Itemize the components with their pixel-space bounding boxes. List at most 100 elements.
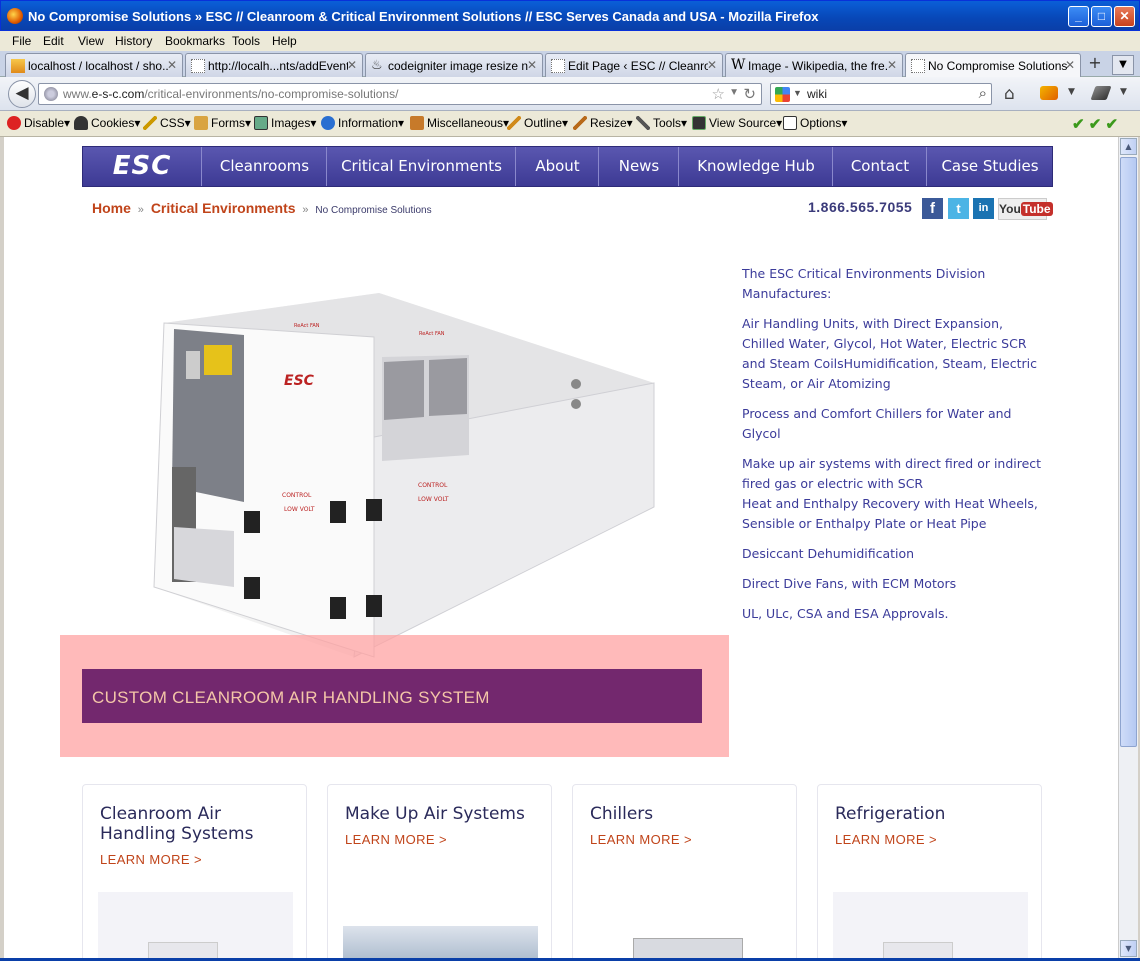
history-dropdown-icon[interactable]: ▼ — [729, 87, 739, 98]
url-prefix: www. — [63, 87, 92, 101]
tab-addevent[interactable]: http://localh...nts/addEvent ✕ — [185, 53, 363, 77]
tab-codeigniter[interactable]: ♨ codeigniter image resize n... ✕ — [365, 53, 543, 77]
scroll-up-arrow-icon[interactable]: ▲ — [1120, 138, 1137, 155]
url-bar[interactable]: www.e-s-c.com/critical-environments/no-c… — [38, 83, 762, 105]
dev-miscellaneous[interactable]: Miscellaneous▾ — [410, 116, 509, 130]
learn-more-link[interactable]: LEARN MORE > — [100, 852, 202, 867]
dev-css[interactable]: CSS▾ — [143, 116, 191, 130]
addon-icon[interactable] — [1040, 86, 1058, 100]
menu-view[interactable]: View — [78, 34, 104, 48]
url-path: /critical-environments/no-compromise-sol… — [144, 87, 399, 101]
learn-more-link[interactable]: LEARN MORE > — [345, 832, 447, 847]
globe-icon — [44, 87, 58, 101]
card-chillers[interactable]: Chillers LEARN MORE > — [572, 784, 797, 958]
nav-cleanrooms[interactable]: Cleanrooms — [203, 147, 327, 186]
linkedin-icon[interactable]: in — [973, 198, 994, 219]
page-icon — [911, 59, 925, 73]
nav-contact[interactable]: Contact — [834, 147, 927, 186]
view-source-icon — [692, 116, 706, 130]
search-bar[interactable]: ▼ wiki ⌕ — [770, 83, 992, 105]
page-scrollbar[interactable]: ▲ ▼ — [1118, 137, 1138, 958]
outline-icon — [507, 116, 521, 130]
nav-case-studies[interactable]: Case Studies — [928, 147, 1052, 186]
dev-disable[interactable]: Disable▾ — [7, 116, 70, 130]
menu-edit[interactable]: Edit — [43, 34, 64, 48]
dev-images[interactable]: Images▾ — [254, 116, 316, 130]
breadcrumb-critical-environments[interactable]: Critical Environments — [151, 200, 296, 216]
nav-critical-environments[interactable]: Critical Environments — [328, 147, 516, 186]
tab-bar: localhost / localhost / sho... ✕ http://… — [0, 51, 1140, 78]
search-engine-dropdown-icon[interactable]: ▼ — [793, 88, 802, 98]
breadcrumb-home[interactable]: Home — [92, 200, 131, 216]
menu-tools[interactable]: Tools — [232, 34, 260, 48]
dropper-icon[interactable] — [1090, 86, 1112, 100]
addon-dropdown-icon[interactable]: ▼ — [1068, 87, 1075, 97]
tab-close-icon[interactable]: ✕ — [887, 58, 897, 72]
tab-close-icon[interactable]: ✕ — [347, 58, 357, 72]
search-input[interactable]: wiki — [807, 87, 827, 101]
tab-no-compromise[interactable]: No Compromise Solutions ... ✕ — [905, 53, 1081, 78]
card-image — [98, 892, 293, 958]
minimize-button[interactable]: _ — [1068, 6, 1089, 27]
learn-more-link[interactable]: LEARN MORE > — [590, 832, 692, 847]
menu-file[interactable]: File — [12, 34, 31, 48]
youtube-icon[interactable]: You Tube — [998, 198, 1053, 220]
learn-more-link[interactable]: LEARN MORE > — [835, 832, 937, 847]
forms-icon — [194, 116, 208, 130]
menu-history[interactable]: History — [115, 34, 152, 48]
unit-thumbnail — [883, 942, 953, 958]
tab-wikipedia[interactable]: W Image - Wikipedia, the fre... ✕ — [725, 53, 903, 77]
page-viewport: ESC Cleanrooms Critical Environments Abo… — [4, 137, 1118, 958]
twitter-icon[interactable]: t — [948, 198, 969, 219]
google-icon[interactable] — [775, 87, 790, 102]
menu-help[interactable]: Help — [272, 34, 297, 48]
manufactures-item: Direct Dive Fans, with ECM Motors — [742, 576, 957, 591]
reload-icon[interactable]: ↻ — [743, 85, 756, 103]
toolbar-dropdown-icon[interactable]: ▼ — [1120, 87, 1127, 97]
nav-knowledge-hub[interactable]: Knowledge Hub — [680, 147, 833, 186]
bookmark-star-icon[interactable]: ☆ — [712, 85, 725, 103]
maximize-button[interactable]: □ — [1091, 6, 1112, 27]
home-icon[interactable]: ⌂ — [1004, 84, 1015, 104]
dev-options[interactable]: Options▾ — [783, 116, 847, 130]
tab-phpmyadmin[interactable]: localhost / localhost / sho... ✕ — [5, 53, 183, 77]
card-cleanroom-air-handling[interactable]: Cleanroom Air Handling Systems LEARN MOR… — [82, 784, 307, 958]
close-button[interactable]: ✕ — [1114, 6, 1135, 27]
search-icon[interactable]: ⌕ — [979, 85, 987, 102]
tab-close-icon[interactable]: ✕ — [1065, 58, 1075, 72]
tab-edit-page[interactable]: Edit Page ‹ ESC // Cleanro... ✕ — [545, 53, 723, 77]
card-make-up-air[interactable]: Make Up Air Systems LEARN MORE > — [327, 784, 552, 958]
back-button[interactable]: ◀ — [8, 80, 36, 108]
window-titlebar: No Compromise Solutions » ESC // Cleanro… — [0, 0, 1140, 31]
manufactures-item: Make up air systems with direct fired or… — [742, 456, 1042, 491]
hero-caption[interactable]: CUSTOM CLEANROOM AIR HANDLING SYSTEM — [82, 669, 702, 723]
dev-view-source[interactable]: View Source▾ — [692, 116, 782, 130]
scrollbar-thumb[interactable] — [1120, 157, 1137, 747]
card-refrigeration[interactable]: Refrigeration LEARN MORE > — [817, 784, 1042, 958]
page-icon — [191, 59, 205, 73]
tab-close-icon[interactable]: ✕ — [527, 58, 537, 72]
nav-news[interactable]: News — [600, 147, 679, 186]
nav-about[interactable]: About — [517, 147, 599, 186]
dev-forms[interactable]: Forms▾ — [194, 116, 251, 130]
facebook-icon[interactable]: f — [922, 198, 943, 219]
esc-logo[interactable]: ESC — [83, 147, 202, 186]
new-tab-button[interactable]: + — [1084, 53, 1106, 75]
web-developer-toolbar: Disable▾ Cookies▾ CSS▾ Forms▾ Images▾ In… — [0, 111, 1140, 137]
dev-information[interactable]: Information▾ — [321, 116, 404, 130]
dev-outline[interactable]: Outline▾ — [507, 116, 568, 130]
scroll-down-arrow-icon[interactable]: ▼ — [1120, 940, 1137, 957]
dev-tools[interactable]: Tools▾ — [636, 116, 687, 130]
resize-icon — [573, 116, 587, 130]
information-icon — [321, 116, 335, 130]
tab-close-icon[interactable]: ✕ — [707, 58, 717, 72]
dev-cookies[interactable]: Cookies▾ — [74, 116, 140, 130]
manufactures-item: Process and Comfort Chillers for Water a… — [742, 406, 1012, 441]
phpmyadmin-icon — [11, 59, 25, 73]
tab-close-icon[interactable]: ✕ — [167, 58, 177, 72]
menu-bookmarks[interactable]: Bookmarks — [165, 34, 225, 48]
tab-list-button[interactable]: ▼ — [1112, 55, 1134, 75]
cookies-icon — [74, 116, 88, 130]
unit-low-volt-label: LOW VOLT — [284, 506, 315, 513]
dev-resize[interactable]: Resize▾ — [573, 116, 633, 130]
